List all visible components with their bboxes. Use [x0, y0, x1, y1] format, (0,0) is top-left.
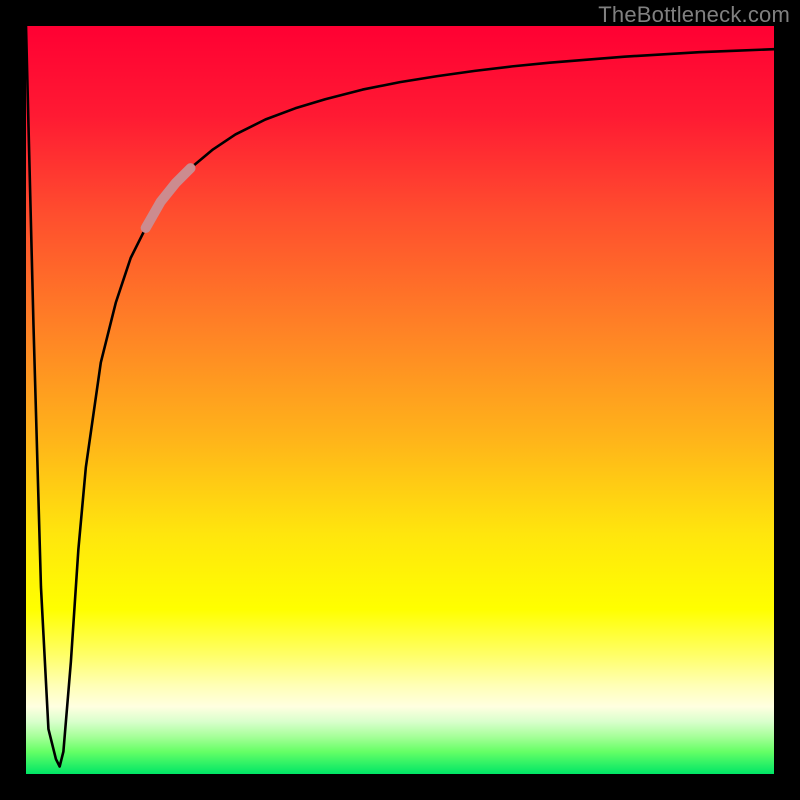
plot-area: [26, 26, 774, 774]
chart-frame: TheBottleneck.com: [0, 0, 800, 800]
bottleneck-curve: [26, 26, 774, 767]
highlight-segment: [146, 168, 191, 228]
curve-layer: [26, 26, 774, 774]
watermark-text: TheBottleneck.com: [598, 2, 790, 28]
